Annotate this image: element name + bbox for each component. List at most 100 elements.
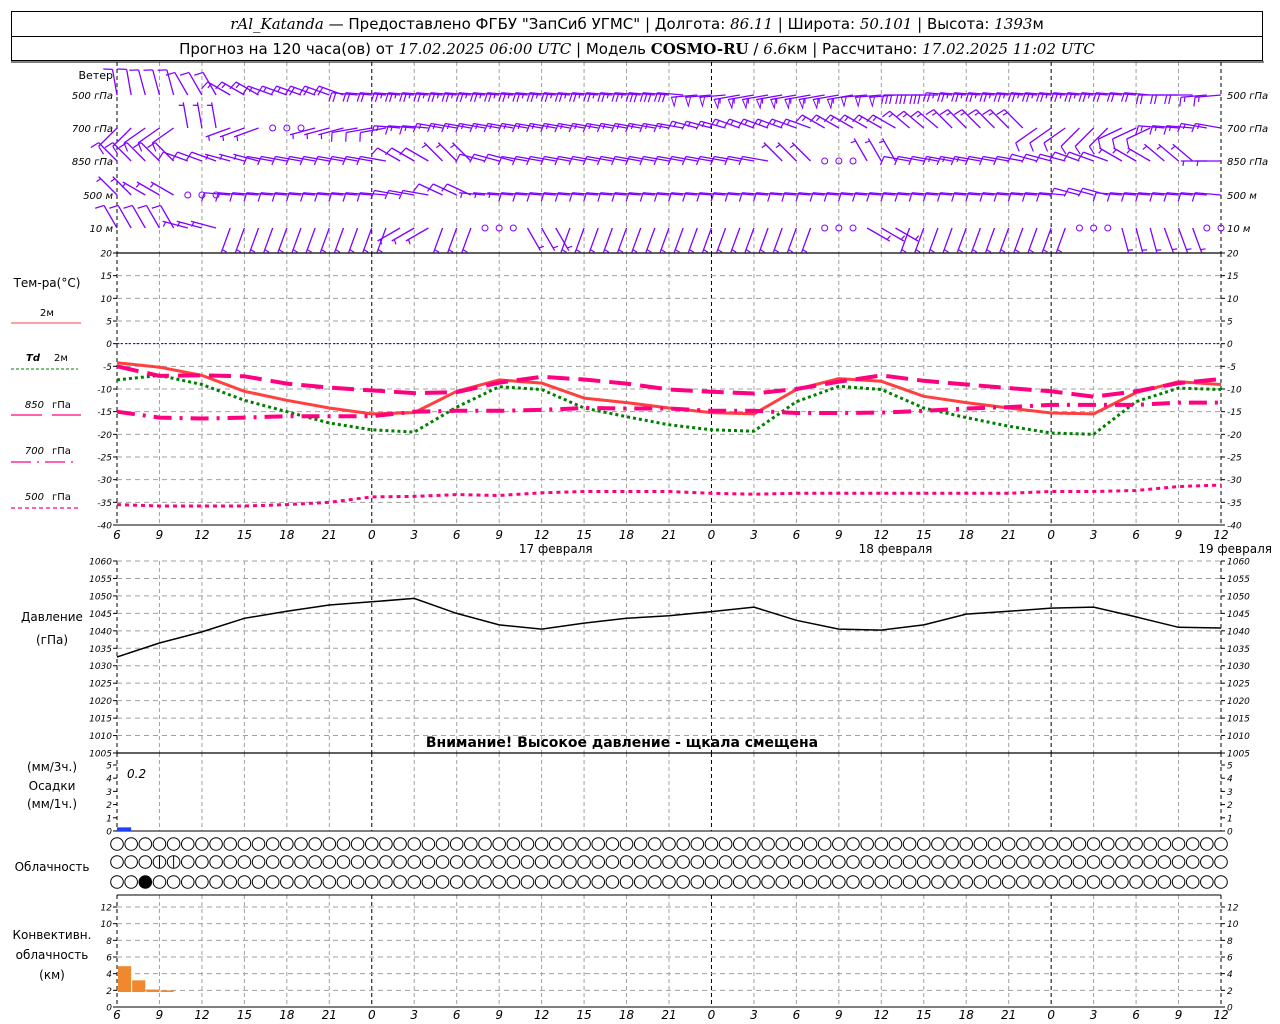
cloud-cover-circle bbox=[846, 875, 860, 889]
wind-barb-shaft bbox=[263, 227, 274, 253]
cloud-cover-circle bbox=[534, 875, 549, 889]
wind-half-feather bbox=[421, 144, 427, 149]
cloud-cover-circle bbox=[350, 837, 365, 851]
conv-tick-label-left: 4 bbox=[106, 970, 112, 980]
wind-barb bbox=[555, 227, 573, 251]
cloud-cover-circle bbox=[1129, 837, 1143, 851]
wind-barb bbox=[956, 227, 967, 253]
wind-half-feather bbox=[376, 125, 379, 132]
wind-barb bbox=[617, 227, 628, 253]
wind-barb-shaft bbox=[174, 72, 189, 96]
wind-barb-shaft bbox=[617, 227, 628, 253]
cloud-cover-circle bbox=[1030, 855, 1044, 869]
cloud-cover-circle bbox=[747, 855, 761, 869]
cloud-cover-circle bbox=[817, 855, 832, 869]
wind-barb bbox=[996, 109, 1024, 129]
cloud-cover-circle bbox=[775, 855, 790, 869]
x-tick-label: 6 bbox=[1132, 528, 1140, 542]
cloud-cover-circle bbox=[1030, 875, 1044, 889]
wind-half-feather bbox=[745, 249, 751, 253]
wind-feather bbox=[968, 109, 977, 116]
wind-barb-shaft bbox=[659, 227, 670, 253]
cloud-cover-circle bbox=[619, 875, 634, 889]
temp-tick-label-left: 5 bbox=[106, 318, 112, 328]
wind-half-feather bbox=[335, 249, 341, 253]
pressure-tick-label-right: 1050 bbox=[1227, 592, 1250, 602]
wind-barb bbox=[206, 102, 217, 129]
wind-feather bbox=[1060, 146, 1067, 155]
wind-barb-shaft bbox=[405, 147, 429, 162]
wind-barb bbox=[1192, 227, 1206, 253]
conv-tick-label-right: 12 bbox=[1227, 904, 1239, 914]
cloud-cover-circle bbox=[1185, 855, 1200, 869]
cloud-cover-circle bbox=[945, 837, 959, 851]
wind-barb-shaft bbox=[786, 227, 797, 253]
high-pressure-warning: Внимание! Высокое давление - щкала смеще… bbox=[426, 735, 818, 751]
wind-barb-shaft bbox=[333, 227, 345, 253]
cloud-cover-circle bbox=[1001, 875, 1016, 889]
wind-barb bbox=[999, 227, 1010, 253]
wind-pennant bbox=[699, 96, 706, 108]
cloud-cover-circle bbox=[223, 855, 238, 869]
pressure-tick-label-right: 1040 bbox=[1227, 627, 1250, 637]
wind-half-feather bbox=[236, 135, 239, 141]
wind-half-feather bbox=[1186, 248, 1192, 251]
wind-barb-shaft bbox=[701, 227, 713, 253]
wind-barb-shaft bbox=[360, 155, 387, 162]
cloud-cover-circle bbox=[1200, 855, 1214, 869]
cloud-cover-circle bbox=[322, 837, 337, 851]
cloud-cover-circle bbox=[449, 837, 464, 851]
cloud-cover-circle bbox=[350, 875, 365, 889]
cloud-cover-circle bbox=[704, 837, 719, 851]
wind-barb-shaft bbox=[526, 227, 542, 251]
wind-half-feather bbox=[1156, 145, 1162, 150]
x-tick-label: 0 bbox=[1047, 528, 1055, 542]
wind-barb bbox=[928, 227, 939, 253]
x-tick-label: 0 bbox=[368, 528, 376, 542]
wind-half-feather bbox=[1042, 249, 1048, 253]
wind-barb bbox=[149, 181, 174, 196]
pressure-tick-label-right: 1025 bbox=[1227, 680, 1250, 690]
x-tick-label-bottom: 3 bbox=[750, 1008, 758, 1022]
cloud-cover-circle bbox=[265, 837, 280, 851]
wind-level-label-left: 10 м bbox=[90, 224, 114, 235]
wind-pennant bbox=[755, 98, 763, 110]
wind-feather bbox=[1139, 94, 1143, 105]
wind-barb-shaft bbox=[1060, 127, 1080, 147]
wind-half-feather bbox=[1028, 249, 1034, 253]
wind-half-feather bbox=[435, 144, 441, 149]
cloud-cover-circle bbox=[251, 837, 266, 851]
calm-wind-marker bbox=[1075, 224, 1083, 232]
cloud-cover-circle bbox=[195, 837, 209, 851]
x-tick-label-bottom: 9 bbox=[835, 1008, 843, 1022]
cloud-cover-circle bbox=[633, 837, 648, 851]
wind-barb bbox=[137, 204, 161, 229]
wind-barb bbox=[1027, 227, 1038, 253]
wind-half-feather bbox=[872, 116, 877, 122]
wind-barb bbox=[219, 153, 245, 162]
wind-barb-shaft bbox=[219, 127, 245, 138]
wind-half-feather bbox=[222, 135, 225, 141]
wind-half-feather bbox=[1197, 96, 1200, 103]
calm-wind-marker bbox=[509, 224, 517, 232]
legend-500-unit: гПа bbox=[52, 492, 71, 503]
temp-tick-label-right: -30 bbox=[1227, 476, 1242, 486]
wind-barb-shaft bbox=[432, 183, 457, 196]
cloud-cover-circle bbox=[1115, 875, 1129, 889]
wind-barb-shaft bbox=[1074, 127, 1095, 147]
wind-barb bbox=[234, 227, 245, 253]
cloud-cover-circle bbox=[846, 837, 860, 851]
cloud-cover-circle bbox=[138, 837, 153, 851]
cloud-cover-circle bbox=[605, 855, 620, 869]
wind-barb bbox=[147, 142, 175, 162]
cloud-cover-circle bbox=[124, 837, 138, 851]
wind-barb bbox=[461, 227, 472, 253]
wind-feather bbox=[1153, 94, 1158, 105]
wind-feather bbox=[1164, 94, 1168, 105]
precip-tick-label-left: 0 bbox=[106, 828, 112, 838]
cloud-cover-circle bbox=[860, 875, 874, 889]
wind-half-feather bbox=[1182, 160, 1185, 167]
cloud-cover-circle bbox=[265, 855, 280, 869]
precip-tick-label-right: 0 bbox=[1227, 828, 1233, 838]
cloud-cover-circle bbox=[1016, 875, 1030, 889]
